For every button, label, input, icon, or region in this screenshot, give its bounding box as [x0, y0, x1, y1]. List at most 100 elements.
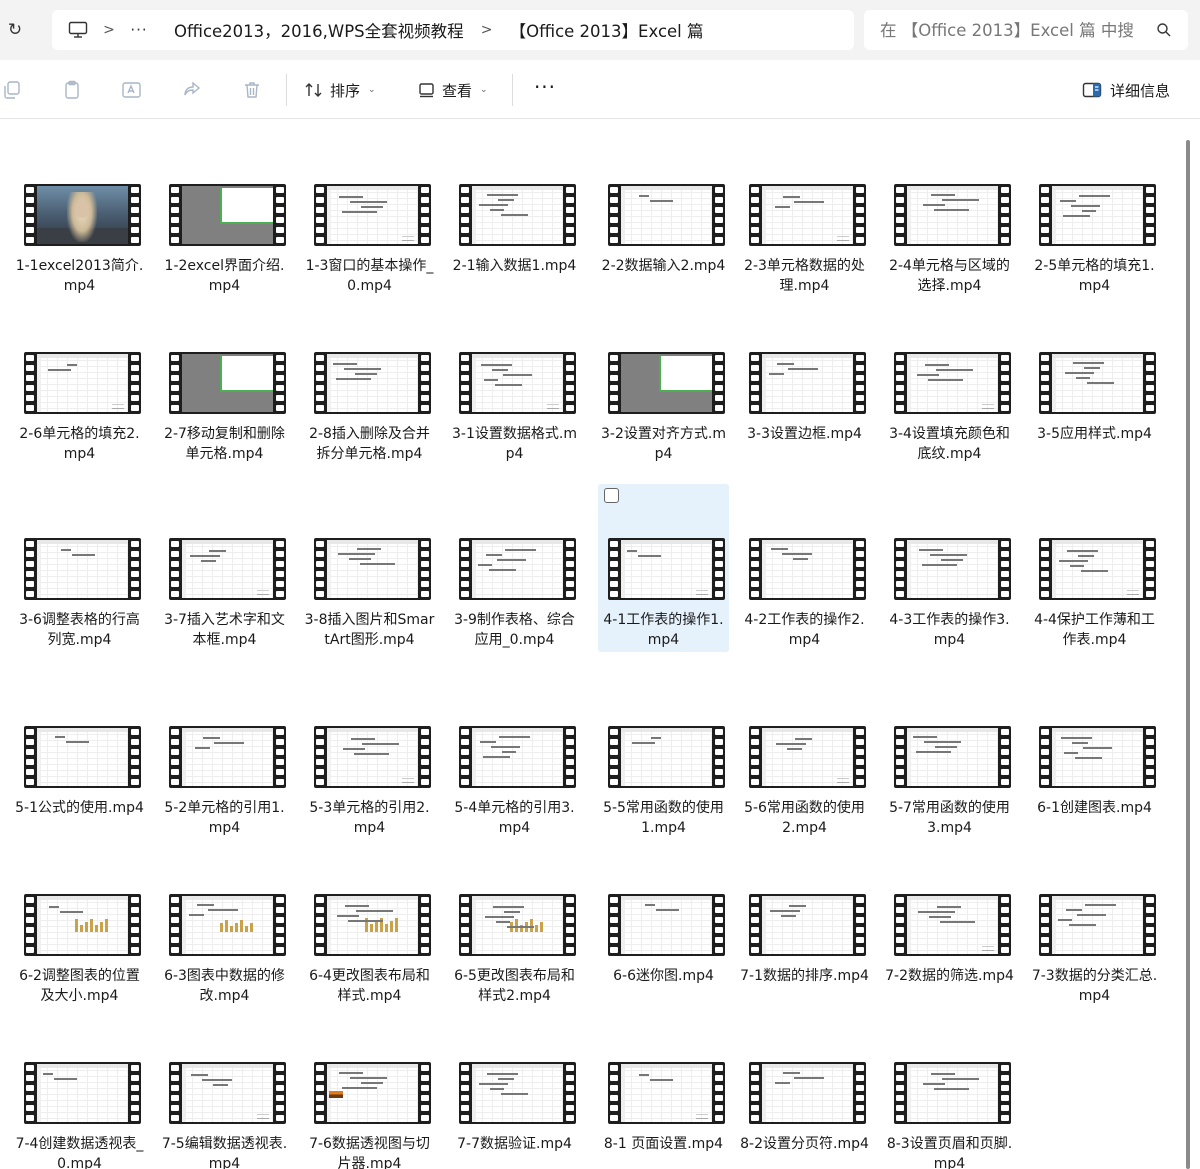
file-name[interactable]: 3-4设置填充颜色和底纹.mp4	[884, 424, 1015, 464]
file-name[interactable]: 3-2设置对齐方式.mp4	[598, 424, 729, 464]
file-item[interactable]: 8-2设置分页符.mp4	[739, 1008, 870, 1169]
file-item[interactable]: 7-7数据验证.mp4	[449, 1008, 580, 1169]
file-item[interactable]: 6-2调整图表的位置及大小.mp4	[14, 840, 145, 1008]
file-item[interactable]: 3-8插入图片和SmartArt图形.mp4	[304, 484, 435, 652]
file-item[interactable]: 7-3数据的分类汇总.mp4	[1029, 840, 1160, 1008]
rename-icon[interactable]	[120, 78, 144, 102]
details-pane-button[interactable]: 详细信息	[1082, 76, 1170, 104]
file-item[interactable]: 6-3图表中数据的修改.mp4	[159, 840, 290, 1008]
file-name[interactable]: 2-7移动复制和删除单元格.mp4	[159, 424, 290, 464]
file-name[interactable]: 1-1excel2013简介.mp4	[14, 256, 145, 296]
video-thumbnail[interactable]	[459, 352, 576, 414]
video-thumbnail[interactable]	[459, 894, 576, 956]
file-item[interactable]: 6-6迷你图.mp4	[598, 840, 729, 1008]
view-button[interactable]: 查看 ⌄	[418, 76, 488, 104]
refresh-icon[interactable]: ↻	[4, 19, 26, 41]
file-name[interactable]: 8-1 页面设置.mp4	[598, 1134, 729, 1154]
video-thumbnail[interactable]	[24, 1062, 141, 1124]
file-name[interactable]: 4-1工作表的操作1.mp4	[598, 610, 729, 650]
video-thumbnail[interactable]	[169, 538, 286, 600]
video-thumbnail[interactable]	[608, 1062, 725, 1124]
file-name[interactable]: 3-8插入图片和SmartArt图形.mp4	[304, 610, 435, 650]
file-name[interactable]: 2-4单元格与区域的选择.mp4	[884, 256, 1015, 296]
file-name[interactable]: 7-1数据的排序.mp4	[739, 966, 870, 986]
file-name[interactable]: 7-7数据验证.mp4	[449, 1134, 580, 1154]
file-name[interactable]: 2-1输入数据1.mp4	[449, 256, 580, 276]
video-thumbnail[interactable]	[749, 894, 866, 956]
video-thumbnail[interactable]	[314, 538, 431, 600]
file-item[interactable]: 4-2工作表的操作2.mp4	[739, 484, 870, 652]
file-item[interactable]: 7-6数据透视图与切片器.mp4	[304, 1008, 435, 1169]
file-name[interactable]: 4-3工作表的操作3.mp4	[884, 610, 1015, 650]
file-name[interactable]: 2-6单元格的填充2.mp4	[14, 424, 145, 464]
file-item[interactable]: 3-4设置填充颜色和底纹.mp4	[884, 298, 1015, 466]
file-name[interactable]: 5-5常用函数的使用1.mp4	[598, 798, 729, 838]
video-thumbnail[interactable]	[894, 1062, 1011, 1124]
video-thumbnail[interactable]	[314, 1062, 431, 1124]
file-name[interactable]: 6-5更改图表布局和样式2.mp4	[449, 966, 580, 1006]
file-name[interactable]: 5-3单元格的引用2.mp4	[304, 798, 435, 838]
file-name[interactable]: 4-4保护工作薄和工作表.mp4	[1029, 610, 1160, 650]
video-thumbnail[interactable]	[1039, 894, 1156, 956]
file-item[interactable]: 7-1数据的排序.mp4	[739, 840, 870, 1008]
video-thumbnail[interactable]	[894, 184, 1011, 246]
file-name[interactable]: 2-2数据输入2.mp4	[598, 256, 729, 276]
sort-button[interactable]: 排序 ⌄	[304, 76, 376, 104]
breadcrumb-item-parent[interactable]: Office2013，2016,WPS全套视频教程	[170, 18, 468, 42]
file-name[interactable]: 6-2调整图表的位置及大小.mp4	[14, 966, 145, 1006]
video-thumbnail[interactable]	[749, 1062, 866, 1124]
this-pc-icon[interactable]	[66, 19, 90, 41]
video-thumbnail[interactable]	[459, 184, 576, 246]
file-name[interactable]: 3-7插入艺术字和文本框.mp4	[159, 610, 290, 650]
share-icon[interactable]	[180, 78, 204, 102]
file-name[interactable]: 2-3单元格数据的处理.mp4	[739, 256, 870, 296]
more-options-button[interactable]: ···	[532, 76, 558, 104]
video-thumbnail[interactable]	[1039, 184, 1156, 246]
paste-icon[interactable]	[60, 78, 84, 102]
file-name[interactable]: 1-3窗口的基本操作_0.mp4	[304, 256, 435, 296]
video-thumbnail[interactable]	[169, 726, 286, 788]
breadcrumb-item-current[interactable]: 【Office 2013】Excel 篇	[506, 18, 708, 42]
file-item[interactable]: 2-5单元格的填充1.mp4	[1029, 130, 1160, 298]
file-item[interactable]: 3-1设置数据格式.mp4	[449, 298, 580, 466]
file-name[interactable]: 5-1公式的使用.mp4	[14, 798, 145, 818]
video-thumbnail[interactable]	[1039, 352, 1156, 414]
video-thumbnail[interactable]	[749, 726, 866, 788]
file-item[interactable]: 1-3窗口的基本操作_0.mp4	[304, 130, 435, 298]
file-name[interactable]: 1-2excel界面介绍.mp4	[159, 256, 290, 296]
file-name[interactable]: 3-6调整表格的行高列宽.mp4	[14, 610, 145, 650]
file-name[interactable]: 3-3设置边框.mp4	[739, 424, 870, 444]
video-thumbnail[interactable]	[24, 894, 141, 956]
video-thumbnail[interactable]	[314, 352, 431, 414]
file-item[interactable]: 6-5更改图表布局和样式2.mp4	[449, 840, 580, 1008]
video-thumbnail[interactable]	[608, 538, 725, 600]
chevron-right-icon[interactable]: >	[90, 22, 128, 38]
file-item[interactable]: 2-4单元格与区域的选择.mp4	[884, 130, 1015, 298]
video-thumbnail[interactable]	[894, 352, 1011, 414]
file-item[interactable]: 4-3工作表的操作3.mp4	[884, 484, 1015, 652]
file-item[interactable]: 2-1输入数据1.mp4	[449, 130, 580, 298]
search-icon[interactable]	[1156, 22, 1172, 38]
file-item[interactable]: 5-3单元格的引用2.mp4	[304, 672, 435, 840]
file-item[interactable]: 3-2设置对齐方式.mp4	[598, 298, 729, 466]
video-thumbnail[interactable]	[894, 894, 1011, 956]
video-thumbnail[interactable]	[24, 726, 141, 788]
file-item[interactable]: 6-4更改图表布局和样式.mp4	[304, 840, 435, 1008]
file-item[interactable]: 7-2数据的筛选.mp4	[884, 840, 1015, 1008]
video-thumbnail[interactable]	[608, 894, 725, 956]
file-item[interactable]: 2-2数据输入2.mp4	[598, 130, 729, 298]
breadcrumb-overflow[interactable]: ···	[128, 21, 150, 39]
file-item[interactable]: 3-5应用样式.mp4	[1029, 298, 1160, 466]
file-item[interactable]: 6-1创建图表.mp4	[1029, 672, 1160, 840]
file-name[interactable]: 5-4单元格的引用3.mp4	[449, 798, 580, 838]
video-thumbnail[interactable]	[24, 352, 141, 414]
search-box[interactable]	[864, 10, 1188, 50]
delete-icon[interactable]	[240, 78, 264, 102]
video-thumbnail[interactable]	[169, 1062, 286, 1124]
video-thumbnail[interactable]	[894, 726, 1011, 788]
file-name[interactable]: 8-3设置页眉和页脚.mp4	[884, 1134, 1015, 1169]
file-name[interactable]: 7-5编辑数据透视表.mp4	[159, 1134, 290, 1169]
file-name[interactable]: 5-7常用函数的使用3.mp4	[884, 798, 1015, 838]
file-item[interactable]: 7-5编辑数据透视表.mp4	[159, 1008, 290, 1169]
file-item[interactable]: 1-2excel界面介绍.mp4	[159, 130, 290, 298]
